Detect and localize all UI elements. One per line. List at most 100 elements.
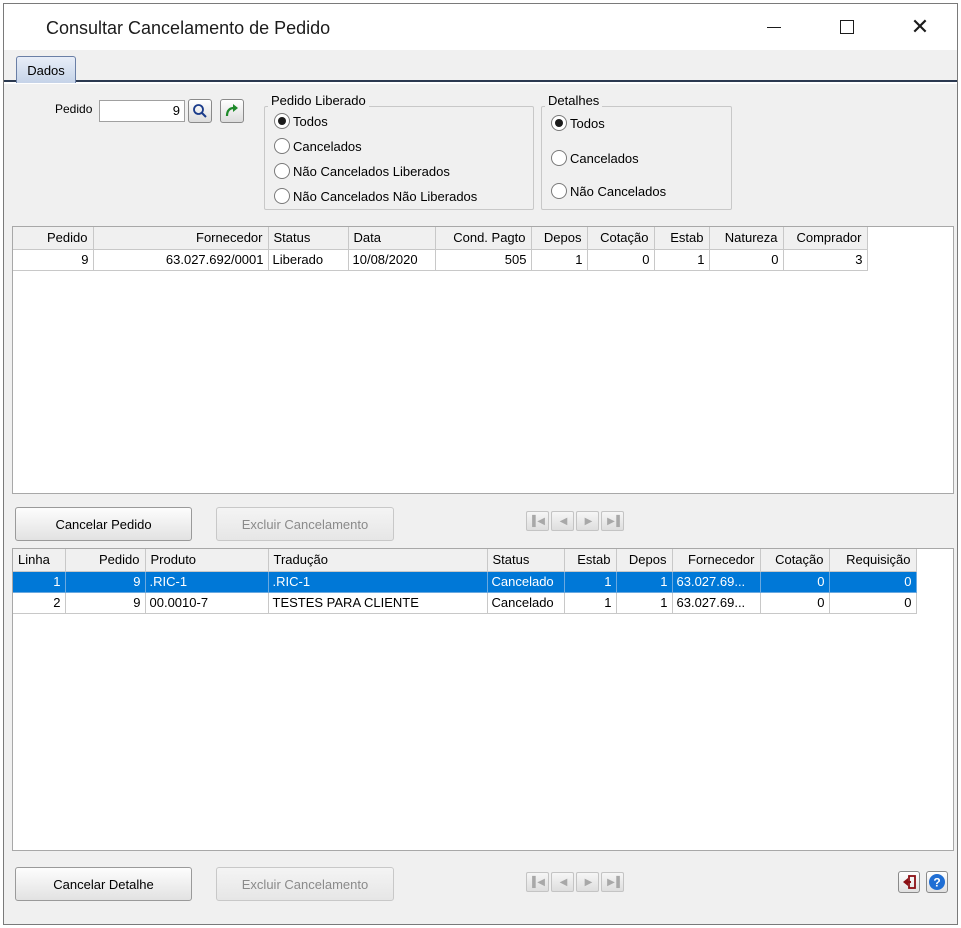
column-header[interactable]: Cond. Pagto	[435, 227, 532, 250]
details-pager: ▌◀ ◀ ▶ ▶▐	[526, 872, 624, 892]
column-header[interactable]: Linha	[13, 549, 66, 572]
cell: 1	[616, 592, 673, 614]
column-header[interactable]: Requisição	[829, 549, 917, 572]
radio-selected-icon	[274, 113, 290, 129]
column-header[interactable]: Tradução	[268, 549, 488, 572]
radio-icon	[274, 163, 290, 179]
radio-label: Não Cancelados Não Liberados	[293, 188, 478, 204]
radio-det-nao-cancelados[interactable]: Não Cancelados	[551, 183, 666, 199]
cell: 0	[709, 249, 784, 271]
column-header[interactable]: Produto	[145, 549, 269, 572]
cell: TESTES PARA CLIENTE	[268, 592, 488, 614]
search-button[interactable]	[188, 99, 212, 123]
column-header[interactable]: Depos	[531, 227, 588, 250]
minimize-icon	[767, 26, 781, 28]
prev-page-icon[interactable]: ◀	[551, 511, 574, 531]
table-row-selected[interactable]: 1 9 .RIC-1 .RIC-1 Cancelado 1 1 63.027.6…	[13, 571, 917, 593]
orders-pager: ▌◀ ◀ ▶ ▶▐	[526, 511, 624, 531]
cancel-detail-button[interactable]: Cancelar Detalhe	[15, 867, 192, 901]
exit-button[interactable]	[898, 871, 920, 893]
tab-strip: Dados	[4, 50, 957, 83]
cell: .RIC-1	[268, 571, 488, 593]
svg-text:?: ?	[933, 876, 940, 890]
detalhes-title: Detalhes	[545, 93, 603, 108]
cell: 2	[13, 592, 66, 614]
next-page-icon[interactable]: ▶	[576, 511, 599, 531]
column-header[interactable]: Data	[348, 227, 436, 250]
column-header[interactable]: Cotação	[587, 227, 655, 250]
refresh-button[interactable]	[220, 99, 244, 123]
radio-det-cancelados[interactable]: Cancelados	[551, 150, 639, 166]
cell: 1	[13, 571, 66, 593]
cell: 0	[760, 592, 830, 614]
column-header[interactable]: Comprador	[783, 227, 868, 250]
details-header-row: Linha Pedido Produto Tradução Status Est…	[13, 549, 917, 572]
column-header[interactable]: Cotação	[760, 549, 830, 572]
last-page-icon[interactable]: ▶▐	[601, 872, 624, 892]
help-button[interactable]: ?	[926, 871, 948, 893]
radio-label: Todos	[293, 113, 328, 129]
column-header[interactable]: Natureza	[709, 227, 784, 250]
cell: 63.027.69...	[672, 592, 761, 614]
cell: 1	[564, 592, 617, 614]
column-header[interactable]: Fornecedor	[672, 549, 761, 572]
content-area: Pedido 9 Pedido Liberado Todos Cancelado…	[4, 84, 957, 924]
cell: Liberado	[268, 249, 349, 271]
tab-dados[interactable]: Dados	[16, 56, 76, 83]
radio-selected-icon	[551, 115, 567, 131]
radio-icon	[274, 138, 290, 154]
radio-label: Todos	[570, 115, 605, 131]
radio-icon	[551, 183, 567, 199]
table-row[interactable]: 2 9 00.0010-7 TESTES PARA CLIENTE Cancel…	[13, 592, 917, 614]
orders-header-row: Pedido Fornecedor Status Data Cond. Pagt…	[13, 227, 868, 250]
radio-label: Não Cancelados Liberados	[293, 163, 450, 179]
table-row[interactable]: 9 63.027.692/0001 Liberado 10/08/2020 50…	[13, 249, 868, 271]
cancel-order-button[interactable]: Cancelar Pedido	[15, 507, 192, 541]
main-window: Consultar Cancelamento de Pedido ✕ Dados…	[3, 3, 958, 925]
exit-icon	[903, 875, 916, 889]
first-page-icon[interactable]: ▌◀	[526, 872, 549, 892]
cell: 1	[654, 249, 710, 271]
next-page-icon[interactable]: ▶	[576, 872, 599, 892]
cell: 1	[531, 249, 588, 271]
cell: .RIC-1	[145, 571, 269, 593]
window-title: Consultar Cancelamento de Pedido	[46, 18, 331, 38]
first-page-icon[interactable]: ▌◀	[526, 511, 549, 531]
column-header[interactable]: Estab	[564, 549, 617, 572]
radio-icon	[274, 188, 290, 204]
cell: 1	[616, 571, 673, 593]
column-header[interactable]: Pedido	[13, 227, 94, 250]
column-header[interactable]: Pedido	[65, 549, 146, 572]
radio-pl-todos[interactable]: Todos	[274, 113, 328, 129]
details-table: Linha Pedido Produto Tradução Status Est…	[13, 549, 917, 614]
radio-pl-nao-cancelados-nao-liberados[interactable]: Não Cancelados Não Liberados	[274, 188, 477, 204]
search-icon	[193, 104, 207, 118]
cell: 9	[65, 571, 146, 593]
pedido-liberado-title: Pedido Liberado	[268, 93, 369, 108]
radio-pl-nao-cancelados-liberados[interactable]: Não Cancelados Liberados	[274, 163, 450, 179]
maximize-button[interactable]	[824, 4, 870, 50]
close-button[interactable]: ✕	[897, 4, 943, 50]
prev-page-icon[interactable]: ◀	[551, 872, 574, 892]
cell: 1	[564, 571, 617, 593]
cell: Cancelado	[487, 592, 565, 614]
help-icon: ?	[929, 874, 945, 890]
radio-pl-cancelados[interactable]: Cancelados	[274, 138, 362, 154]
cell: 63.027.692/0001	[93, 249, 269, 271]
column-header[interactable]: Estab	[654, 227, 710, 250]
radio-det-todos[interactable]: Todos	[551, 115, 605, 131]
last-page-icon[interactable]: ▶▐	[601, 511, 624, 531]
delete-detail-cancellation-button[interactable]: Excluir Cancelamento	[216, 867, 394, 901]
column-header[interactable]: Status	[268, 227, 349, 250]
column-header[interactable]: Status	[487, 549, 565, 572]
pedido-input[interactable]: 9	[99, 100, 185, 122]
cell: 9	[13, 249, 94, 271]
details-grid[interactable]: Linha Pedido Produto Tradução Status Est…	[12, 548, 954, 851]
delete-order-cancellation-button[interactable]: Excluir Cancelamento	[216, 507, 394, 541]
orders-grid[interactable]: Pedido Fornecedor Status Data Cond. Pagt…	[12, 226, 954, 494]
column-header[interactable]: Fornecedor	[93, 227, 269, 250]
minimize-button[interactable]	[751, 4, 797, 50]
radio-label: Cancelados	[293, 138, 362, 154]
orders-table: Pedido Fornecedor Status Data Cond. Pagt…	[13, 227, 868, 271]
column-header[interactable]: Depos	[616, 549, 673, 572]
